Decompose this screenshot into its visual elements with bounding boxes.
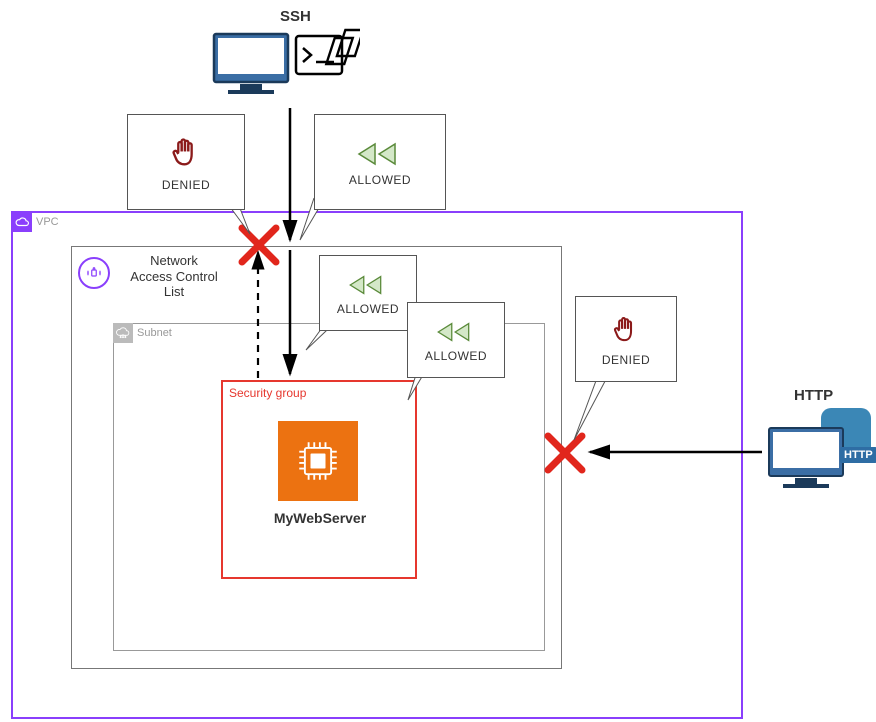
callout-allowed-nacl-in: ALLOWED — [314, 114, 446, 210]
callout-denied-http: DENIED — [575, 296, 677, 382]
double-arrow-icon — [357, 141, 403, 167]
allowed-label: ALLOWED — [337, 302, 399, 316]
hand-stop-icon — [170, 136, 202, 172]
hand-stop-icon — [612, 315, 640, 347]
callout-allowed-subnet: ALLOWED — [319, 255, 417, 331]
denied-label: DENIED — [602, 353, 650, 367]
allowed-label: ALLOWED — [425, 349, 487, 363]
double-arrow-icon — [436, 321, 476, 343]
callout-allowed-sg: ALLOWED — [407, 302, 505, 378]
allowed-label: ALLOWED — [349, 173, 411, 187]
callout-denied-ssh-return: DENIED — [127, 114, 245, 210]
double-arrow-icon — [348, 274, 388, 296]
denied-label: DENIED — [162, 178, 210, 192]
diagram-canvas: VPC Network Access Control List Subnet S… — [0, 0, 876, 722]
